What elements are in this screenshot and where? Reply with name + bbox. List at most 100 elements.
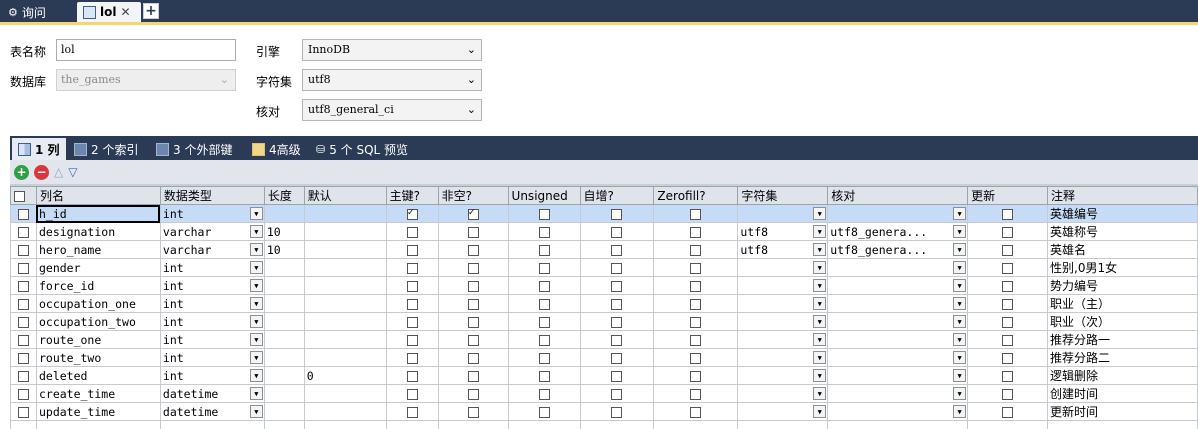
chevron-down-icon[interactable]: ▼: [813, 261, 827, 274]
data-type-cell[interactable]: int ▼: [159, 294, 265, 313]
charset-cell[interactable]: ▼: [737, 204, 829, 223]
tab-query[interactable]: ⚙ 询问: [2, 2, 52, 22]
header-charset[interactable]: 字符集: [737, 186, 829, 205]
chevron-down-icon[interactable]: ▼: [953, 315, 967, 328]
default-cell[interactable]: [303, 258, 387, 277]
comment-cell[interactable]: 推荐分路一: [1047, 330, 1198, 349]
table-row[interactable]: update_time datetime ▼ ▼ ▼ 更新时间: [10, 402, 1198, 421]
row-select-cell[interactable]: [10, 384, 37, 403]
chevron-down-icon[interactable]: ▼: [249, 279, 263, 292]
chevron-down-icon[interactable]: ▼: [249, 369, 263, 382]
not-null-cell[interactable]: [437, 240, 509, 259]
primary-key-cell[interactable]: [385, 222, 439, 241]
table-row[interactable]: occupation_two int ▼ ▼ ▼ 职业（次）: [10, 312, 1198, 331]
auto-increment-cell[interactable]: [579, 240, 655, 259]
select-all-checkbox[interactable]: [14, 190, 25, 202]
primary-key-cell[interactable]: [385, 312, 439, 331]
chevron-down-icon[interactable]: ▼: [953, 207, 967, 220]
column-name-cell[interactable]: force_id: [35, 276, 161, 295]
comment-cell[interactable]: 英雄编号: [1047, 204, 1198, 223]
on-update-checkbox[interactable]: [1002, 406, 1014, 418]
primary-key-checkbox[interactable]: [406, 244, 418, 256]
data-type-cell[interactable]: datetime ▼: [159, 384, 265, 403]
row-select-checkbox[interactable]: [17, 226, 29, 238]
not-null-cell[interactable]: [437, 258, 509, 277]
chevron-down-icon[interactable]: ▼: [249, 243, 263, 256]
primary-key-checkbox[interactable]: [406, 226, 418, 238]
zerofill-cell[interactable]: [653, 330, 739, 349]
zerofill-checkbox[interactable]: [690, 244, 702, 256]
charset-cell[interactable]: utf8 ▼: [737, 240, 829, 259]
length-cell[interactable]: 10: [263, 222, 305, 241]
new-tab-button[interactable]: +: [143, 3, 159, 19]
tab-sql-preview[interactable]: ⛁ 5 个 SQL 预览: [310, 138, 414, 160]
primary-key-cell[interactable]: [385, 348, 439, 367]
length-cell[interactable]: [263, 330, 305, 349]
table-row[interactable]: occupation_one int ▼ ▼ ▼ 职业（主）: [10, 294, 1198, 313]
collation-cell[interactable]: ▼: [827, 384, 969, 403]
charset-cell[interactable]: utf8 ▼: [737, 222, 829, 241]
default-cell[interactable]: [303, 294, 387, 313]
column-name-cell[interactable]: route_one: [35, 330, 161, 349]
chevron-down-icon[interactable]: ▼: [953, 279, 967, 292]
default-cell[interactable]: [303, 384, 387, 403]
auto-increment-cell[interactable]: [579, 330, 655, 349]
chevron-down-icon[interactable]: ▼: [813, 243, 827, 256]
default-cell[interactable]: [303, 240, 387, 259]
zerofill-cell[interactable]: [653, 204, 739, 223]
default-cell[interactable]: [303, 402, 387, 421]
primary-key-cell[interactable]: [385, 276, 439, 295]
chevron-down-icon[interactable]: ▼: [813, 387, 827, 400]
zerofill-cell[interactable]: [653, 312, 739, 331]
data-type-cell[interactable]: int ▼: [159, 366, 265, 385]
data-type-cell[interactable]: int ▼: [159, 204, 265, 223]
tab-lol[interactable]: lol ✕: [77, 2, 141, 22]
zerofill-checkbox[interactable]: [690, 370, 702, 382]
on-update-checkbox[interactable]: [1002, 370, 1014, 382]
not-null-cell[interactable]: [437, 312, 509, 331]
data-type-cell[interactable]: int ▼: [159, 330, 265, 349]
primary-key-cell[interactable]: [385, 330, 439, 349]
charset-cell[interactable]: ▼: [737, 366, 829, 385]
primary-key-cell[interactable]: [385, 366, 439, 385]
unsigned-checkbox[interactable]: [538, 262, 550, 274]
chevron-down-icon[interactable]: ▼: [953, 333, 967, 346]
primary-key-checkbox[interactable]: [406, 370, 418, 382]
zerofill-cell[interactable]: [653, 276, 739, 295]
unsigned-cell[interactable]: [507, 312, 581, 331]
header-collation[interactable]: 核对: [827, 186, 969, 205]
row-select-checkbox[interactable]: [17, 298, 29, 310]
zerofill-cell[interactable]: [653, 258, 739, 277]
unsigned-cell[interactable]: [507, 348, 581, 367]
not-null-checkbox[interactable]: [467, 226, 479, 238]
primary-key-checkbox[interactable]: [406, 406, 418, 418]
chevron-down-icon[interactable]: ▼: [249, 405, 263, 418]
unsigned-cell[interactable]: [507, 330, 581, 349]
not-null-checkbox[interactable]: [467, 370, 479, 382]
primary-key-checkbox[interactable]: [406, 262, 418, 274]
default-cell[interactable]: 0: [303, 366, 387, 385]
unsigned-checkbox[interactable]: [538, 298, 550, 310]
row-select-checkbox[interactable]: [17, 334, 29, 346]
chevron-down-icon[interactable]: ▼: [249, 333, 263, 346]
unsigned-cell[interactable]: [507, 258, 581, 277]
length-cell[interactable]: [263, 258, 305, 277]
chevron-down-icon[interactable]: ▼: [953, 243, 967, 256]
header-length[interactable]: 长度: [263, 186, 305, 205]
collation-cell[interactable]: utf8_genera... ▼: [827, 222, 969, 241]
comment-cell[interactable]: 英雄称号: [1047, 222, 1198, 241]
row-select-checkbox[interactable]: [17, 244, 29, 256]
row-select-cell[interactable]: [10, 366, 37, 385]
length-cell[interactable]: [263, 366, 305, 385]
charset-cell[interactable]: ▼: [737, 258, 829, 277]
primary-key-cell[interactable]: [385, 402, 439, 421]
length-cell[interactable]: [263, 402, 305, 421]
auto-increment-cell[interactable]: [579, 348, 655, 367]
length-cell[interactable]: [263, 276, 305, 295]
chevron-down-icon[interactable]: ▼: [249, 315, 263, 328]
table-row[interactable]: route_two int ▼ ▼ ▼ 推荐分路二: [10, 348, 1198, 367]
tab-foreign-keys[interactable]: 3 个外部键: [150, 138, 238, 160]
primary-key-checkbox[interactable]: [406, 334, 418, 346]
row-select-cell[interactable]: [10, 204, 37, 223]
column-name-cell[interactable]: occupation_two: [35, 312, 161, 331]
